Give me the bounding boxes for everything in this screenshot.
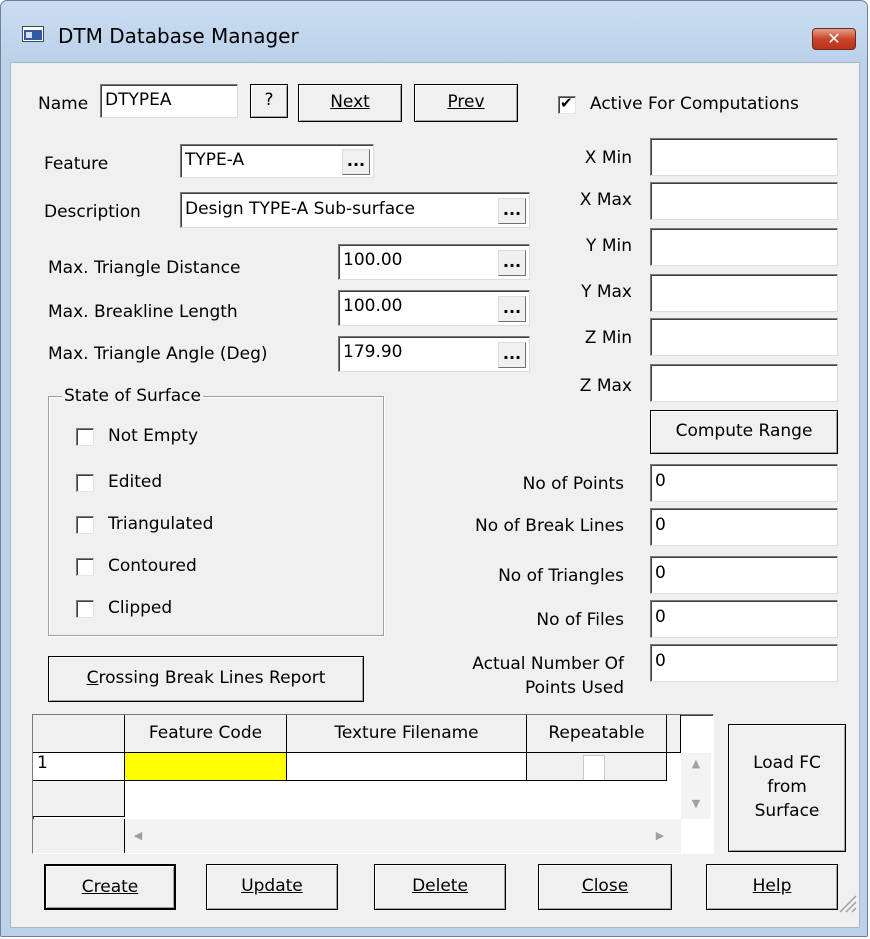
clipped-checkbox[interactable] <box>76 600 94 618</box>
contoured-label: Contoured <box>108 556 197 576</box>
feature-browse-button[interactable]: ... <box>342 149 370 175</box>
no-of-files-label: No of Files <box>536 610 624 630</box>
next-label: Next <box>330 92 370 112</box>
grid-vertical-scrollbar[interactable]: ▲ ▼ <box>681 753 711 819</box>
feature-texture-grid[interactable]: Feature Code Texture Filename Repeatable… <box>32 714 714 854</box>
description-label: Description <box>44 202 141 222</box>
actual-points-label-line1: Actual Number Of <box>472 654 624 674</box>
grid-new-row-header[interactable] <box>33 781 125 817</box>
grid-footer-corner <box>33 819 125 853</box>
scroll-down-icon[interactable]: ▼ <box>681 797 711 810</box>
x-max-field[interactable] <box>650 182 838 220</box>
x-min-label: X Min <box>584 148 632 168</box>
max-triangle-angle-browse-button[interactable]: ... <box>498 342 526 368</box>
load-fc-line1: Load FC <box>753 753 821 773</box>
load-fc-line3: Surface <box>754 801 820 821</box>
edited-label: Edited <box>108 472 163 492</box>
y-max-field[interactable] <box>650 274 838 312</box>
y-min-field[interactable] <box>650 228 838 266</box>
grid-header-filler <box>667 715 681 753</box>
no-of-files-field[interactable]: 0 <box>650 600 838 638</box>
max-triangle-angle-label: Max. Triangle Angle (Deg) <box>48 344 268 364</box>
name-field[interactable]: DTYPEA <box>100 84 238 118</box>
close-window-button[interactable]: ✕ <box>812 28 856 50</box>
max-triangle-distance-browse-button[interactable]: ... <box>498 250 526 276</box>
triangulated-label: Triangulated <box>108 514 214 534</box>
update-button[interactable]: Update <box>206 864 338 910</box>
grid-header-feature-code[interactable]: Feature Code <box>125 715 287 753</box>
close-button[interactable]: Close <box>538 864 672 910</box>
max-breakline-length-label: Max. Breakline Length <box>48 302 238 322</box>
grid-row-number[interactable]: 1 <box>33 753 125 781</box>
x-max-label: X Max <box>579 190 632 210</box>
repeatable-checkbox[interactable] <box>583 755 605 780</box>
no-of-points-label: No of Points <box>522 474 624 494</box>
description-browse-button[interactable]: ... <box>498 198 526 224</box>
max-breakline-length-browse-button[interactable]: ... <box>498 296 526 322</box>
create-label: Create <box>81 877 139 897</box>
update-label: Update <box>241 876 303 896</box>
window-title: DTM Database Manager <box>58 24 299 48</box>
description-field[interactable]: Design TYPE-A Sub-surface <box>180 192 530 228</box>
no-of-break-lines-field[interactable]: 0 <box>650 508 838 546</box>
edited-checkbox[interactable] <box>76 474 94 492</box>
y-min-label: Y Min <box>586 236 632 256</box>
z-min-field[interactable] <box>650 318 838 356</box>
prev-label: Prev <box>447 92 485 112</box>
load-fc-from-surface-button[interactable]: Load FC from Surface <box>728 724 846 852</box>
create-button[interactable]: Create <box>44 864 176 910</box>
active-for-computations-checkbox[interactable] <box>558 94 576 114</box>
x-min-field[interactable] <box>650 138 838 176</box>
z-min-label: Z Min <box>584 328 632 348</box>
actual-points-used-field[interactable]: 0 <box>650 644 838 682</box>
load-fc-line2: from <box>767 777 807 797</box>
prev-button[interactable]: Prev <box>414 84 518 122</box>
grid-cell-feature-code[interactable] <box>125 753 287 781</box>
not-empty-checkbox[interactable] <box>76 428 94 446</box>
max-triangle-distance-label: Max. Triangle Distance <box>48 258 241 278</box>
no-of-triangles-field[interactable]: 0 <box>650 556 838 594</box>
help-button[interactable]: Help <box>706 864 838 910</box>
grid-header-texture-filename[interactable]: Texture Filename <box>287 715 527 753</box>
close-label: Close <box>581 876 629 896</box>
scroll-up-icon[interactable]: ▲ <box>681 757 711 770</box>
triangulated-checkbox[interactable] <box>76 516 94 534</box>
state-of-surface-group <box>48 396 384 636</box>
compute-range-button[interactable]: Compute Range <box>650 410 838 454</box>
app-window-icon <box>22 26 44 42</box>
crossing-break-lines-report-button[interactable]: Crossing Break Lines Report <box>48 656 364 702</box>
state-of-surface-title: State of Surface <box>62 386 203 406</box>
active-for-computations-label: Active For Computations <box>590 94 799 114</box>
grid-cell-texture-filename[interactable] <box>287 753 527 781</box>
y-max-label: Y Max <box>581 282 632 302</box>
not-empty-label: Not Empty <box>108 426 199 446</box>
z-max-label: Z Max <box>579 376 632 396</box>
delete-button[interactable]: Delete <box>374 864 506 910</box>
next-button[interactable]: Next <box>298 84 402 122</box>
clipped-label: Clipped <box>108 598 173 618</box>
scroll-right-icon[interactable]: ▶ <box>653 829 667 842</box>
delete-label: Delete <box>412 876 468 896</box>
feature-label: Feature <box>44 154 109 174</box>
contoured-checkbox[interactable] <box>76 558 94 576</box>
help-query-button[interactable]: ? <box>250 84 288 118</box>
no-of-points-field[interactable]: 0 <box>650 464 838 502</box>
z-max-field[interactable] <box>650 364 838 402</box>
crossing-report-mnemonic: C <box>86 668 99 688</box>
name-label: Name <box>38 94 89 114</box>
grid-horizontal-scrollbar[interactable]: ◀ ▶ <box>125 819 681 853</box>
actual-points-label-line2: Points Used <box>524 678 624 698</box>
no-of-triangles-label: No of Triangles <box>498 566 624 586</box>
grid-cell-repeatable[interactable] <box>527 753 667 781</box>
resize-grip-icon[interactable] <box>836 892 858 914</box>
grid-corner-header <box>33 715 125 753</box>
grid-header-repeatable[interactable]: Repeatable <box>527 715 667 753</box>
no-of-break-lines-label: No of Break Lines <box>475 516 624 536</box>
crossing-report-label: rossing Break Lines Report <box>98 668 326 688</box>
help-label: Help <box>752 876 792 896</box>
scroll-left-icon[interactable]: ◀ <box>131 829 145 842</box>
